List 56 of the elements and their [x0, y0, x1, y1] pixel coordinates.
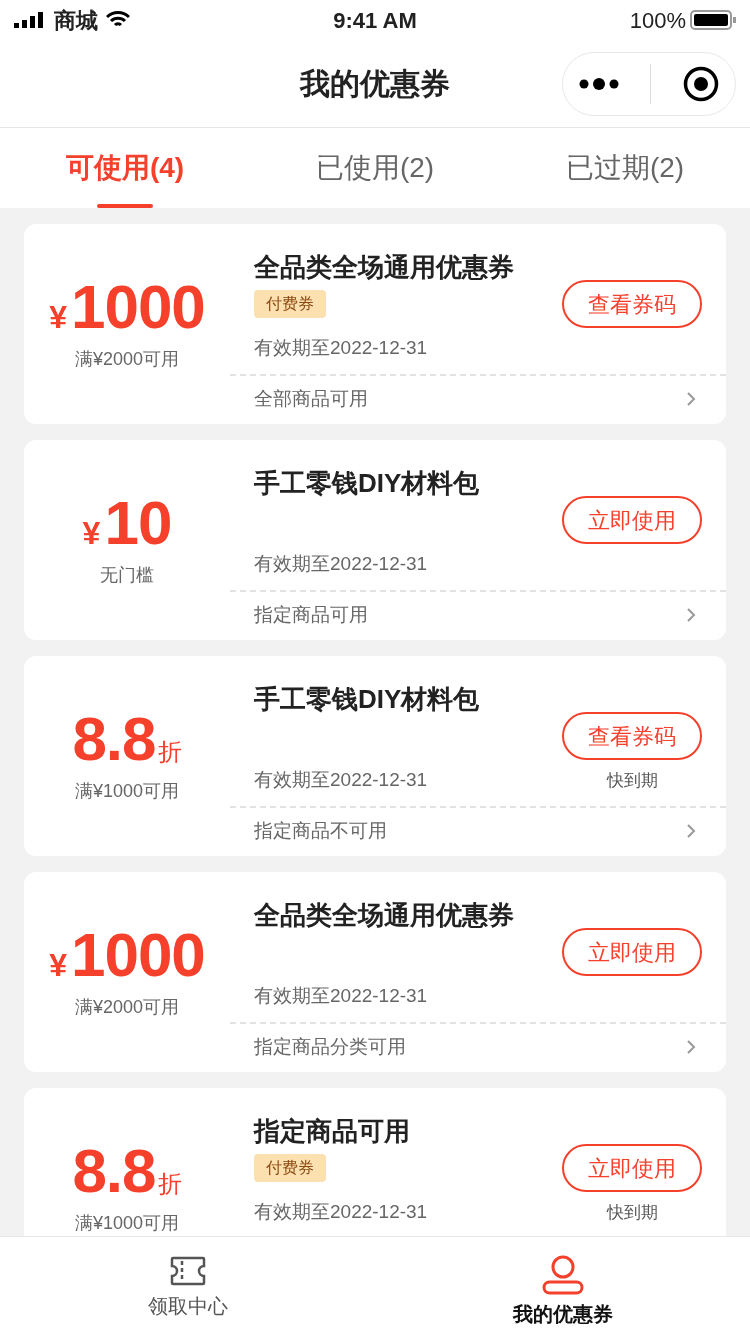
- coupon-action-button[interactable]: 立即使用: [562, 496, 702, 544]
- chevron-right-icon: [686, 823, 696, 839]
- coupon-value: 8.8折: [72, 707, 182, 770]
- scope-row[interactable]: 全部商品可用: [230, 376, 726, 422]
- signal-icon: [14, 12, 46, 28]
- coupon-condition: 满¥1000可用: [74, 1211, 180, 1235]
- coupon-action-button[interactable]: 查看券码: [562, 712, 702, 760]
- scope-row[interactable]: 指定商品不可用: [230, 808, 726, 854]
- battery-percent: 100%: [629, 6, 686, 35]
- coupon-condition: 满¥2000可用: [74, 995, 180, 1019]
- chevron-right-icon: [686, 391, 696, 407]
- page-title: 我的优惠券: [300, 66, 450, 102]
- wifi-icon: [106, 11, 130, 29]
- carrier-name: 商城: [54, 6, 98, 35]
- tab-bar-item[interactable]: 领取中心: [0, 1237, 375, 1334]
- validity-text: 有效期至2022-12-31: [254, 1199, 429, 1224]
- paid-tag: 付费券: [254, 1154, 326, 1182]
- validity-text: 有效期至2022-12-31: [254, 335, 429, 360]
- expiring-label: 快到期: [606, 1202, 658, 1224]
- close-icon[interactable]: [683, 66, 720, 102]
- tab[interactable]: 已过期(2): [500, 128, 750, 208]
- expiring-label: 快到期: [606, 770, 658, 792]
- validity-text: 有效期至2022-12-31: [254, 767, 429, 792]
- coupon-title: 手工零钱DIY材料包: [254, 683, 481, 716]
- tab-bar-item[interactable]: 我的优惠券: [375, 1237, 750, 1334]
- coupon-value: ¥1000: [49, 923, 205, 986]
- chevron-right-icon: [686, 1039, 696, 1055]
- coupon-value: ¥1000: [49, 275, 205, 338]
- tab[interactable]: 可使用(4): [0, 128, 250, 208]
- coupon-condition: 无门槛: [100, 563, 154, 587]
- paid-tag: 付费券: [254, 290, 326, 318]
- status-time: 9:41 AM: [333, 6, 417, 35]
- scope-row[interactable]: 指定商品可用: [230, 592, 726, 638]
- coupon-value: ¥10: [82, 491, 172, 554]
- scope-text: 指定商品分类可用: [254, 1034, 406, 1059]
- validity-text: 有效期至2022-12-31: [254, 551, 429, 576]
- coupon-title: 手工零钱DIY材料包: [254, 467, 481, 500]
- more-icon[interactable]: [578, 78, 619, 90]
- battery-icon: [690, 10, 736, 30]
- coupon-action-button[interactable]: 立即使用: [562, 928, 702, 976]
- coupon-condition: 满¥1000可用: [74, 779, 180, 803]
- coupon-action-button[interactable]: 查看券码: [562, 280, 702, 328]
- scope-text: 全部商品可用: [254, 386, 368, 411]
- tab[interactable]: 已使用(2): [250, 128, 500, 208]
- scope-text: 指定商品可用: [254, 602, 368, 627]
- scope-text: 指定商品不可用: [254, 818, 387, 843]
- chevron-right-icon: [686, 607, 696, 623]
- validity-text: 有效期至2022-12-31: [254, 983, 429, 1008]
- coupon-action-button[interactable]: 立即使用: [562, 1144, 702, 1192]
- scope-row[interactable]: 指定商品分类可用: [230, 1024, 726, 1070]
- coupon-title: 全品类全场通用优惠券: [254, 251, 515, 284]
- coupon-value: 8.8折: [72, 1139, 182, 1202]
- coupon-condition: 满¥2000可用: [74, 347, 180, 371]
- tab-underline: [97, 204, 153, 208]
- coupon-title: 指定商品可用: [254, 1115, 411, 1148]
- coupon-title: 全品类全场通用优惠券: [254, 899, 515, 932]
